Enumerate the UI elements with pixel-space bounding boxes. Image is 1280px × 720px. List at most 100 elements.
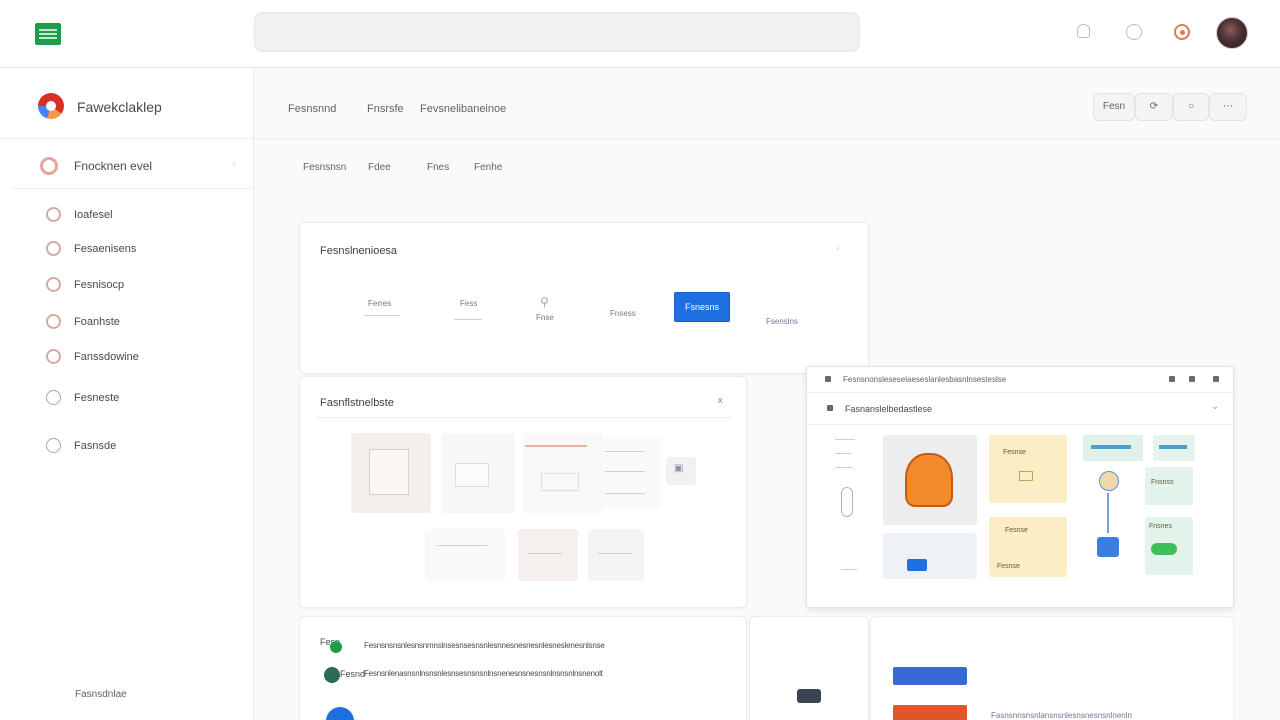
red-tag-button[interactable] — [893, 705, 967, 720]
activity-list: Fesn Fesnsnsnsnlesnsnmnslnsesnsesnsnlesn… — [299, 616, 747, 720]
sidebar-item-5[interactable]: Fanssdowine — [46, 346, 246, 370]
diagram-icon — [369, 449, 409, 495]
image-thumbnail[interactable] — [883, 435, 977, 525]
breadcrumb-item[interactable]: Fnsrsfe — [367, 103, 404, 115]
app-logo[interactable] — [35, 23, 61, 45]
tile-label: Fess — [460, 299, 478, 308]
search-input[interactable] — [254, 12, 860, 52]
connector-flow — [1091, 471, 1125, 571]
diagram-icon — [455, 463, 489, 487]
sidebar-item-6[interactable]: Fesneste — [46, 387, 246, 411]
list-item[interactable]: Fesn Fesnsnsnsnlesnsnmnslnsesnsesnsnlesn… — [300, 631, 746, 655]
sidebar-footer-link[interactable]: Fasnsdnlae — [75, 689, 127, 700]
panel-subtitle: Fasnanslelbedastlese — [845, 404, 933, 414]
outline-line — [835, 439, 855, 440]
more-button[interactable]: ⋯ — [1209, 93, 1247, 121]
chevron-down-icon[interactable]: ⌄ — [1211, 401, 1219, 412]
tile-4[interactable]: Fnsess — [606, 299, 646, 327]
device-icon — [797, 689, 821, 703]
settings-icon — [46, 241, 61, 256]
notifications-icon[interactable] — [1077, 24, 1090, 38]
thumbnail-1[interactable] — [351, 433, 431, 513]
widget-card-bottom-right: Fasnsnnsnsnlansnsnlesnsnesnsnlnenln — [870, 616, 1234, 720]
connector-line — [1107, 493, 1109, 533]
note-bar — [1091, 445, 1131, 449]
tab-4[interactable]: Fenhe — [474, 162, 502, 173]
sidebar-item-3[interactable]: Fesnisocp — [46, 274, 246, 298]
sidebar-item-label: Fesaenisens — [74, 243, 137, 255]
sticky-note-green[interactable] — [1153, 435, 1195, 461]
tile-label: Fnsess — [610, 309, 636, 318]
close-icon[interactable] — [1213, 376, 1219, 382]
sticky-note-green[interactable] — [1083, 435, 1143, 461]
list-badge: Fesnd — [340, 669, 366, 679]
avatar-icon — [324, 667, 340, 683]
breadcrumb-item[interactable]: Fevsnelibaneinoe — [420, 103, 506, 115]
panel-titlebar: Fesnsnonsleseselaeseslanlesbasnlnsestesl… — [807, 367, 1233, 393]
note-text: Fesnse — [1003, 449, 1026, 456]
tile-3[interactable]: ⚲ Fnse — [528, 295, 568, 329]
tab-3[interactable]: Fnes — [427, 162, 449, 173]
apps-icon[interactable] — [1174, 24, 1190, 40]
outline-line — [835, 467, 853, 468]
illustration-icon — [905, 453, 953, 507]
note-text: Fnsnss — [1151, 479, 1174, 486]
refresh-icon: ⟳ — [1149, 101, 1159, 112]
sticky-note-green[interactable]: Fnsnss — [1145, 467, 1193, 505]
sidebar-item-label: Foanhste — [74, 316, 120, 328]
thumbnail-6[interactable] — [425, 529, 505, 581]
folder-icon — [827, 405, 833, 411]
panel-subheader[interactable]: Fasnanslelbedastlese ⌄ — [807, 393, 1233, 425]
emoji-icon[interactable] — [1126, 24, 1142, 40]
tile-1[interactable]: Ferres — [358, 297, 408, 327]
top-bar — [0, 0, 1280, 68]
brand-header[interactable]: Fawekclaklep — [0, 69, 253, 139]
tab-2[interactable]: Fdee — [368, 162, 391, 173]
primary-action-button[interactable]: Fsnesns — [674, 292, 730, 322]
card-divider — [316, 417, 732, 418]
list-text: Fesnsnsnsnlesnsnmnslnsesnsesnsnlesnnesne… — [364, 641, 605, 650]
menu-icon[interactable] — [825, 376, 831, 382]
brand-title: Fawekclaklep — [77, 99, 162, 115]
tile-2[interactable]: Fess — [450, 297, 490, 329]
tile-6[interactable]: Fsenslns — [766, 315, 826, 331]
diagram-icon — [541, 473, 579, 491]
thumbnail-4[interactable] — [603, 437, 661, 509]
flow-icon — [841, 487, 853, 517]
sidebar-item-2[interactable]: Fesaenisens — [46, 238, 246, 262]
node-icon — [1099, 471, 1119, 491]
history-button[interactable]: ○ — [1173, 93, 1209, 121]
sidebar-item-7[interactable]: Fasnsde — [46, 435, 246, 459]
thumbnail-8[interactable] — [588, 529, 644, 581]
sidebar-primary-label: Fnocknen evel — [74, 159, 153, 173]
bottom-text: Fasnsnnsnsnlansnsnlesnsnesnsnlnenln — [991, 711, 1132, 720]
thumbnail-5[interactable]: ▣ — [666, 457, 696, 485]
thumbnail-2[interactable] — [441, 433, 515, 513]
card-title: Fesnslnenioesa — [320, 245, 398, 257]
list-item[interactable]: Fesnd Fesnsnlenasnsnlnsnsnlesnsesnsnsnln… — [300, 661, 746, 685]
sidebar-primary-item[interactable]: Fnocknen evel › — [12, 149, 252, 189]
sticky-note-green[interactable]: Fnsnes — [1145, 517, 1193, 575]
image-icon: ▣ — [674, 463, 684, 474]
list-text: Fesnsnlenasnsnlnsnsnlesnsesnsnsnlnsnenes… — [364, 669, 603, 678]
sidebar-item-4[interactable]: Foanhste — [46, 311, 246, 335]
blue-tag-button[interactable] — [893, 667, 967, 685]
expand-icon[interactable] — [1189, 376, 1195, 382]
settings-icon — [46, 349, 61, 364]
pin-icon[interactable] — [1169, 376, 1175, 382]
sticky-note[interactable]: Fesnse Fesnse — [989, 517, 1067, 577]
breadcrumb-item[interactable]: Fesnsnnd — [288, 103, 336, 115]
image-thumbnail-2[interactable] — [883, 533, 977, 579]
thumbnail-3[interactable] — [523, 433, 603, 513]
refresh-button[interactable]: ⟳ — [1135, 93, 1173, 121]
user-avatar[interactable] — [1216, 17, 1248, 49]
sticky-note[interactable]: Fesnse — [989, 435, 1067, 503]
toolbar-button[interactable]: Fesn — [1093, 93, 1135, 121]
list-item[interactable] — [300, 703, 746, 720]
widget-card-small — [749, 616, 869, 720]
thumbnail-7[interactable] — [518, 529, 578, 581]
chevron-right-icon[interactable]: › — [836, 243, 839, 254]
close-icon[interactable]: x — [718, 395, 723, 405]
sidebar-item-1[interactable]: Ioafesel — [46, 204, 246, 228]
tab-1[interactable]: Fesnsnsn — [303, 162, 346, 173]
